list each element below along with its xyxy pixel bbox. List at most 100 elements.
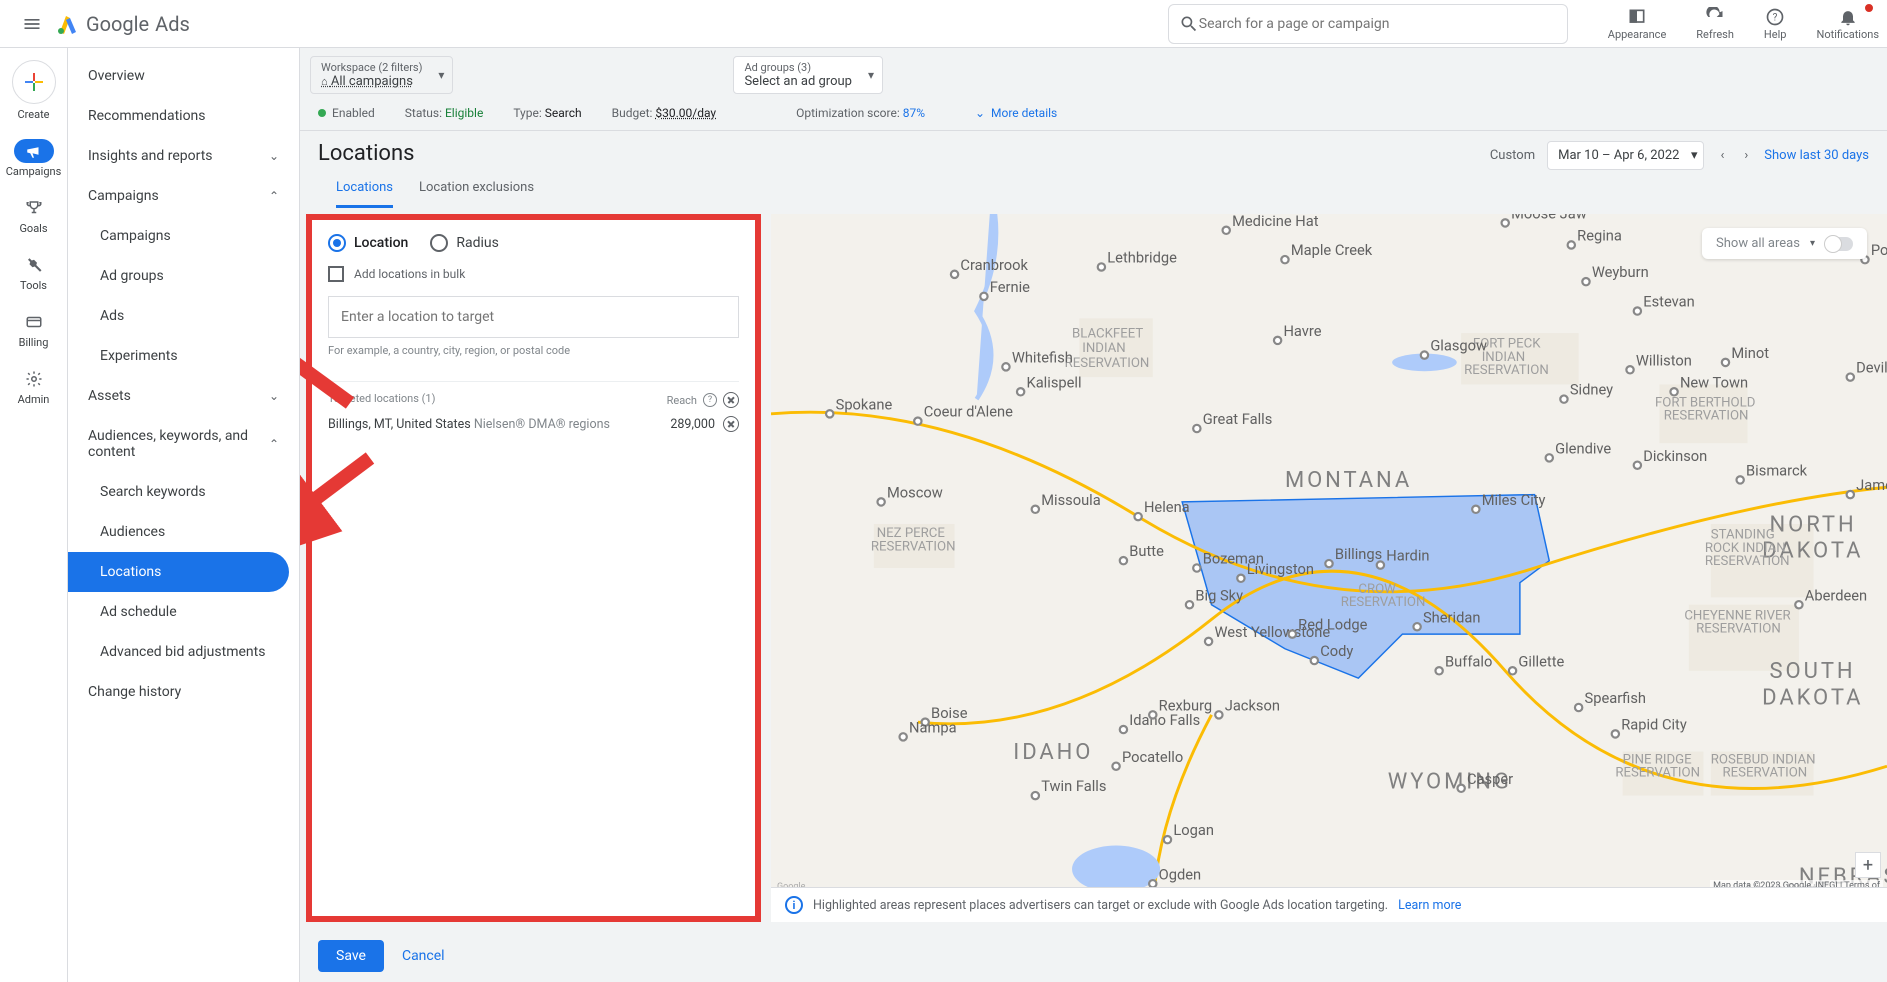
more-details-link[interactable]: ⌄ More details [975,106,1057,120]
nav-campaigns[interactable]: Campaigns⌃ [68,176,299,216]
tab-location-exclusions[interactable]: Location exclusions [419,180,534,208]
nav-change-history[interactable]: Change history [68,672,299,712]
date-range-area: Custom Mar 10 – Apr 6, 2022 ‹ › Show las… [1490,141,1869,170]
svg-text:Casper: Casper [1467,770,1513,788]
home-icon: ⌂ [321,75,328,88]
svg-text:Weyburn: Weyburn [1592,263,1649,281]
nav-locations[interactable]: Locations [68,552,289,592]
svg-text:RESERVATION: RESERVATION [1723,766,1808,781]
nav-search-keywords[interactable]: Search keywords [68,472,299,512]
svg-text:Minot: Minot [1731,344,1769,362]
show-all-areas-toggle[interactable]: Show all areas▾ [1702,228,1867,259]
global-search[interactable] [1168,4,1568,44]
refresh-button[interactable]: Refresh [1696,6,1734,41]
trophy-icon [14,196,54,220]
svg-text:Butte: Butte [1129,542,1164,560]
bell-icon [1838,6,1858,28]
svg-text:Spearfish: Spearfish [1585,689,1646,707]
svg-text:New Town: New Town [1680,373,1748,391]
reach-help-icon[interactable]: ? [703,393,717,407]
radio-location[interactable]: Location [328,234,408,252]
status-enabled: Enabled [318,106,375,120]
date-range-picker[interactable]: Mar 10 – Apr 6, 2022 [1547,141,1704,170]
svg-text:Gillette: Gillette [1518,652,1564,670]
date-prev[interactable]: ‹ [1716,144,1728,167]
bulk-checkbox[interactable]: Add locations in bulk [328,266,739,282]
nav-advanced-bid-adjustments[interactable]: Advanced bid adjustments [68,632,299,672]
help-button[interactable]: ? Help [1764,6,1787,41]
learn-more-link[interactable]: Learn more [1398,898,1461,913]
nav-ad-groups[interactable]: Ad groups [68,256,299,296]
nav-recommendations[interactable]: Recommendations [68,96,299,136]
nav-audiences[interactable]: Audiences [68,512,299,552]
rail-campaigns[interactable]: Campaigns [6,139,62,178]
gear-icon [14,367,54,391]
save-button[interactable]: Save [318,940,384,972]
svg-text:NORTH: NORTH [1770,512,1857,537]
location-search-input[interactable] [328,296,739,338]
svg-text:Moose Jaw: Moose Jaw [1511,214,1587,223]
remove-location-icon[interactable] [723,416,739,432]
header-utilities: Appearance Refresh ? Help Notifications [1608,6,1879,41]
nav-ad-schedule[interactable]: Ad schedule [68,592,299,632]
svg-text:Dickinson: Dickinson [1643,447,1707,465]
top-header: Google Ads Appearance Refresh ? Help Not… [0,0,1887,48]
nav-ads[interactable]: Ads [68,296,299,336]
notification-badge [1863,2,1875,14]
adgroup-selector[interactable]: Ad groups (3) Select an ad group [733,56,883,94]
svg-text:Glasgow: Glasgow [1430,337,1487,355]
help-icon: ? [1765,6,1785,28]
svg-text:Maple Creek: Maple Creek [1291,241,1373,259]
tools-icon [14,253,54,277]
rail-tools[interactable]: Tools [14,253,54,292]
date-next[interactable]: › [1740,144,1752,167]
svg-text:Helena: Helena [1144,498,1190,516]
map-info-bar: i Highlighted areas represent places adv… [771,887,1887,922]
svg-text:RESERVATION: RESERVATION [1615,766,1700,781]
nav-assets[interactable]: Assets⌄ [68,376,299,416]
svg-text:SOUTH: SOUTH [1770,659,1856,684]
nav-campaigns[interactable]: Campaigns [68,216,299,256]
svg-text:Estevan: Estevan [1643,293,1694,311]
rail-billing[interactable]: Billing [14,310,54,349]
svg-text:Kalispell: Kalispell [1027,373,1082,391]
location-map[interactable]: MONTANA IDAHO WYOMING NORTHDAKOTA SOUTHD… [771,214,1887,922]
cancel-button[interactable]: Cancel [402,948,445,964]
radio-radius[interactable]: Radius [430,234,499,252]
refresh-icon [1705,6,1725,28]
page-title: Locations [318,141,552,166]
budget-link[interactable]: $30.00/day [655,106,716,120]
svg-text:INDIAN: INDIAN [1082,341,1125,356]
rail-admin[interactable]: Admin [14,367,54,406]
svg-text:RESERVATION: RESERVATION [1341,595,1426,610]
nav-insights-and-reports[interactable]: Insights and reports⌄ [68,136,299,176]
show-last-30-link[interactable]: Show last 30 days [1764,148,1869,163]
tab-locations[interactable]: Locations [336,180,393,208]
svg-text:Sidney: Sidney [1570,381,1613,399]
nav-experiments[interactable]: Experiments [68,336,299,376]
svg-text:RESERVATION: RESERVATION [1696,622,1781,637]
google-ads-logo[interactable]: Google Ads [56,12,190,36]
megaphone-icon [14,139,54,163]
nav-overview[interactable]: Overview [68,56,299,96]
search-input[interactable] [1199,16,1557,32]
svg-text:RESERVATION: RESERVATION [1065,356,1150,371]
appearance-button[interactable]: Appearance [1608,6,1667,41]
rail-goals[interactable]: Goals [14,196,54,235]
hamburger-menu-icon[interactable] [8,14,56,34]
svg-text:IDAHO: IDAHO [1013,740,1093,765]
svg-text:Red Lodge: Red Lodge [1298,616,1368,634]
chevron-up-icon: ⌃ [269,437,279,451]
svg-text:Jamestown: Jamestown [1856,476,1887,494]
map-zoom-in[interactable]: + [1855,852,1881,878]
clear-all-icon[interactable] [723,392,739,408]
svg-text:Williston: Williston [1636,351,1692,369]
chevron-down-icon: ⌄ [269,389,279,403]
create-button[interactable]: Create [12,60,56,121]
workspace-selector[interactable]: Workspace (2 filters) ⌂ All campaigns [310,56,453,94]
nav-audiences-keywords-and-content[interactable]: Audiences, keywords, and content⌃ [68,416,299,472]
chevron-down-icon: ⌄ [269,149,279,163]
notifications-button[interactable]: Notifications [1816,6,1879,41]
svg-text:DAKOTA: DAKOTA [1762,686,1863,711]
svg-text:Devils Lake: Devils Lake [1856,359,1887,377]
